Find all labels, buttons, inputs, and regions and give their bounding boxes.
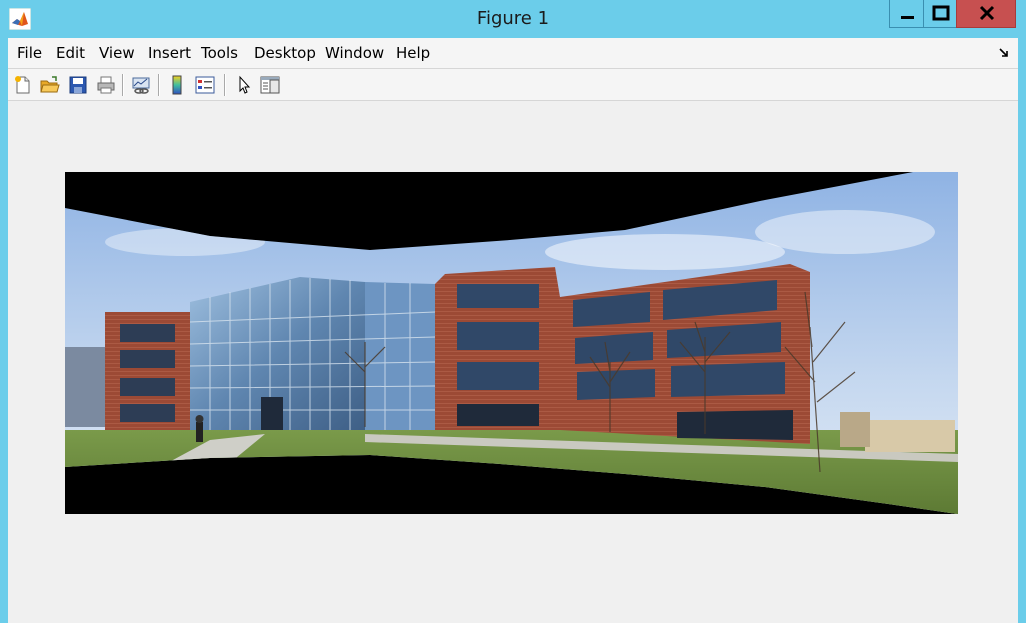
figure-client-area: File Edit View Insert Tools Desktop Wind… [8, 38, 1018, 623]
toolbar-separator [122, 74, 123, 96]
menu-file[interactable]: File [17, 38, 42, 68]
figure-toolbar [8, 68, 1018, 101]
open-file-icon[interactable] [38, 73, 62, 97]
link-plot-icon[interactable] [129, 73, 153, 97]
menu-help[interactable]: Help [396, 38, 430, 68]
maximize-icon [932, 5, 950, 21]
minimize-button[interactable] [889, 0, 924, 28]
edit-plot-pointer-icon[interactable] [232, 73, 256, 97]
menu-edit[interactable]: Edit [56, 38, 85, 68]
panorama-image [65, 172, 958, 514]
window-bottom-edge [0, 623, 1026, 631]
matlab-figure-window: Figure 1 File Edit View Insert Tools Des… [0, 0, 1026, 631]
save-icon[interactable] [66, 73, 90, 97]
minimize-icon [901, 16, 914, 19]
menu-bar: File Edit View Insert Tools Desktop Wind… [8, 38, 1018, 68]
new-figure-icon[interactable] [11, 73, 35, 97]
insert-legend-icon[interactable] [193, 73, 217, 97]
insert-colorbar-icon[interactable] [165, 73, 189, 97]
print-icon[interactable] [94, 73, 118, 97]
menu-window[interactable]: Window [325, 38, 384, 68]
toolbar-separator [158, 74, 159, 96]
matlab-logo-icon[interactable] [8, 7, 32, 31]
window-title: Figure 1 [476, 8, 550, 29]
close-icon [979, 5, 995, 21]
property-inspector-icon[interactable] [258, 73, 282, 97]
maximize-button[interactable] [923, 0, 957, 28]
close-button[interactable] [956, 0, 1016, 28]
menu-tools[interactable]: Tools [201, 38, 238, 68]
dock-arrow-icon[interactable] [998, 46, 1010, 58]
title-bar[interactable]: Figure 1 [0, 0, 1026, 38]
menu-view[interactable]: View [99, 38, 135, 68]
menu-desktop[interactable]: Desktop [254, 38, 316, 68]
figure-canvas[interactable] [8, 102, 1018, 623]
menu-insert[interactable]: Insert [148, 38, 191, 68]
toolbar-separator [224, 74, 225, 96]
